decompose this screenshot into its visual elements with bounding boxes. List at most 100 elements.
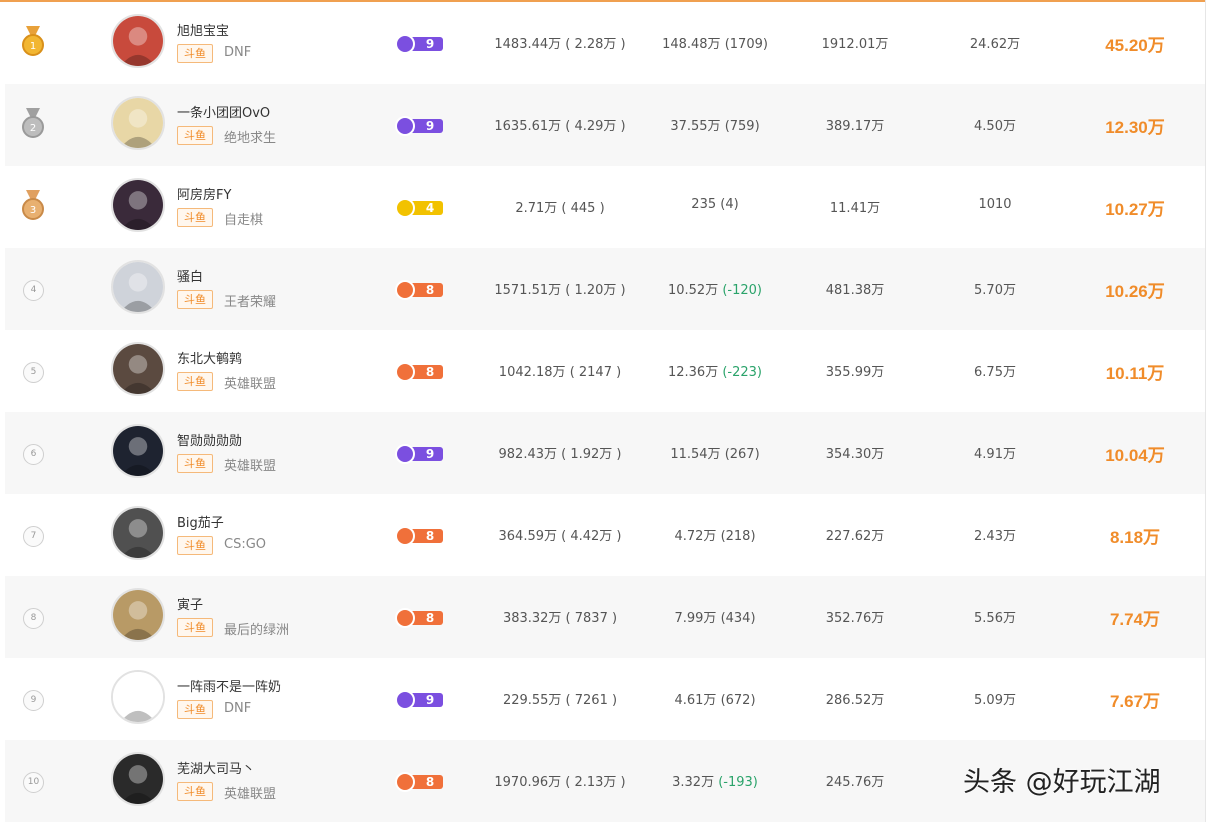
gift-cell: 1010 bbox=[978, 197, 1012, 212]
game-category: DNF bbox=[224, 45, 252, 60]
platform-badge: 斗鱼 bbox=[177, 782, 213, 801]
game-category: 王者荣耀 bbox=[224, 295, 277, 310]
rank-number: 8 bbox=[23, 608, 44, 629]
streamer-name[interactable]: 寅子 bbox=[177, 594, 203, 613]
table-row[interactable]: 6 智勋勋勋勋 斗鱼 英雄联盟 9 982.43万 ( 1.92万 ) 11.54万 (26… bbox=[5, 412, 1205, 494]
followers-cell: 1635.61万 ( 4.29万 ) bbox=[494, 119, 626, 134]
streamer-name[interactable]: 芜湖大司马丶 bbox=[177, 758, 255, 777]
fans-cell: 3.32万 (-193) bbox=[645, 771, 785, 790]
avatar[interactable] bbox=[111, 670, 165, 724]
fans-cell: 148.48万 (1709) bbox=[645, 33, 785, 52]
gift-cell: 5.09万 bbox=[974, 693, 1016, 708]
streamer-name[interactable]: 骚白 bbox=[177, 266, 203, 285]
level-number: 9 bbox=[425, 693, 435, 707]
fans-value: 235 bbox=[691, 197, 717, 212]
fans-cell: 10.52万 (-120) bbox=[645, 279, 785, 298]
platform-badge: 斗鱼 bbox=[177, 126, 213, 145]
fans-value: 4.61万 bbox=[674, 693, 717, 708]
table-row[interactable]: 1 旭旭宝宝 斗鱼 DNF 9 1483.44万 ( 2.28万 ) 148.48万 (17… bbox=[5, 2, 1205, 84]
fans-cell: 11.54万 (267) bbox=[645, 443, 785, 462]
game-category: 自走棋 bbox=[224, 213, 264, 228]
gift-cell: 2.43万 bbox=[974, 529, 1016, 544]
level-icon bbox=[395, 116, 415, 136]
fans-delta: (434) bbox=[720, 611, 756, 626]
table-row[interactable]: 4 骚白 斗鱼 王者荣耀 8 1571.51万 ( 1.20万 ) 10.52万 (-120… bbox=[5, 248, 1205, 330]
table-row[interactable]: 3 阿房房FY 斗鱼 自走棋 4 2.71万 ( 445 ) 235 (4) 11.41万 10… bbox=[5, 166, 1205, 248]
followers-cell: 229.55万 ( 7261 ) bbox=[502, 693, 618, 708]
rank-number: 7 bbox=[23, 526, 44, 547]
level-number: 9 bbox=[425, 119, 435, 133]
popularity-cell: 481.38万 bbox=[825, 283, 885, 298]
fans-delta: (-193) bbox=[718, 775, 758, 790]
streamer-name[interactable]: 智勋勋勋勋 bbox=[177, 430, 242, 449]
rank-number: 2 bbox=[30, 123, 36, 134]
avatar[interactable] bbox=[111, 588, 165, 642]
table-row[interactable]: 7 Big茄子 斗鱼 CS:GO 8 364.59万 ( 4.42万 ) 4.72万 (21… bbox=[5, 494, 1205, 576]
medal-icon: 1 bbox=[21, 26, 45, 56]
platform-badge: 斗鱼 bbox=[177, 44, 213, 63]
avatar[interactable] bbox=[111, 752, 165, 806]
avatar[interactable] bbox=[111, 342, 165, 396]
platform-badge: 斗鱼 bbox=[177, 372, 213, 391]
popularity-cell: 11.41万 bbox=[829, 201, 881, 216]
game-category: 绝地求生 bbox=[224, 131, 277, 146]
level-badge: 9 bbox=[395, 116, 445, 136]
rank-number: 5 bbox=[23, 362, 44, 383]
streamer-name[interactable]: 东北大鹌鹑 bbox=[177, 348, 242, 367]
fans-cell: 4.72万 (218) bbox=[645, 525, 785, 544]
level-badge: 4 bbox=[395, 198, 445, 218]
level-number: 8 bbox=[425, 611, 435, 625]
platform-badge: 斗鱼 bbox=[177, 454, 213, 473]
fans-value: 10.52万 bbox=[667, 283, 719, 298]
ranking-table: 1 旭旭宝宝 斗鱼 DNF 9 1483.44万 ( 2.28万 ) 148.48万 (17… bbox=[5, 2, 1205, 822]
streamer-name[interactable]: Big茄子 bbox=[177, 512, 224, 531]
popularity-cell: 227.62万 bbox=[825, 529, 885, 544]
level-icon bbox=[395, 772, 415, 792]
fans-value: 148.48万 bbox=[662, 37, 721, 52]
level-icon bbox=[395, 526, 415, 546]
level-icon bbox=[395, 444, 415, 464]
avatar[interactable] bbox=[111, 506, 165, 560]
rank-number: 6 bbox=[23, 444, 44, 465]
table-row[interactable]: 9 一阵雨不是一阵奶 斗鱼 DNF 9 229.55万 ( 7261 ) 4.61万 (67… bbox=[5, 658, 1205, 740]
followers-cell: 364.59万 ( 4.42万 ) bbox=[498, 529, 622, 544]
game-category: CS:GO bbox=[224, 537, 267, 552]
streamer-name[interactable]: 阿房房FY bbox=[177, 184, 231, 203]
avatar[interactable] bbox=[111, 424, 165, 478]
gift-cell: 6.75万 bbox=[974, 365, 1016, 380]
fans-delta: (-223) bbox=[722, 365, 762, 380]
streamer-name[interactable]: 一条小团团OvO bbox=[177, 102, 270, 121]
fans-cell: 12.36万 (-223) bbox=[645, 361, 785, 380]
fans-value: 3.32万 bbox=[672, 775, 715, 790]
score-value: 8.18万 bbox=[1109, 528, 1161, 547]
platform-badge: 斗鱼 bbox=[177, 618, 213, 637]
level-badge: 8 bbox=[395, 772, 445, 792]
popularity-cell: 389.17万 bbox=[825, 119, 885, 134]
followers-cell: 982.43万 ( 1.92万 ) bbox=[498, 447, 622, 462]
level-badge: 9 bbox=[395, 690, 445, 710]
avatar[interactable] bbox=[111, 96, 165, 150]
avatar[interactable] bbox=[111, 178, 165, 232]
level-number: 9 bbox=[425, 37, 435, 51]
score-value: 45.20万 bbox=[1105, 36, 1165, 55]
table-row[interactable]: 2 一条小团团OvO 斗鱼 绝地求生 9 1635.61万 ( 4.29万 ) 37.55万… bbox=[5, 84, 1205, 166]
score-value: 7.74万 bbox=[1109, 610, 1161, 629]
score-value: 7.67万 bbox=[1109, 692, 1161, 711]
streamer-name[interactable]: 一阵雨不是一阵奶 bbox=[177, 676, 281, 695]
medal-icon: 3 bbox=[21, 190, 45, 220]
table-row[interactable]: 8 寅子 斗鱼 最后的绿洲 8 383.32万 ( 7837 ) 7.99万 (434) 35… bbox=[5, 576, 1205, 658]
fans-value: 7.99万 bbox=[674, 611, 717, 626]
fans-cell: 7.99万 (434) bbox=[645, 607, 785, 626]
level-number: 8 bbox=[425, 283, 435, 297]
fans-cell: 37.55万 (759) bbox=[645, 115, 785, 134]
fans-cell: 235 (4) bbox=[645, 197, 785, 212]
table-row[interactable]: 5 东北大鹌鹑 斗鱼 英雄联盟 8 1042.18万 ( 2147 ) 12.36万 (-2… bbox=[5, 330, 1205, 412]
avatar[interactable] bbox=[111, 260, 165, 314]
avatar[interactable] bbox=[111, 14, 165, 68]
level-badge: 9 bbox=[395, 444, 445, 464]
score-value: 10.27万 bbox=[1105, 200, 1165, 219]
fans-delta: (759) bbox=[724, 119, 760, 134]
followers-cell: 1571.51万 ( 1.20万 ) bbox=[494, 283, 626, 298]
streamer-name[interactable]: 旭旭宝宝 bbox=[177, 20, 229, 39]
level-badge: 9 bbox=[395, 34, 445, 54]
